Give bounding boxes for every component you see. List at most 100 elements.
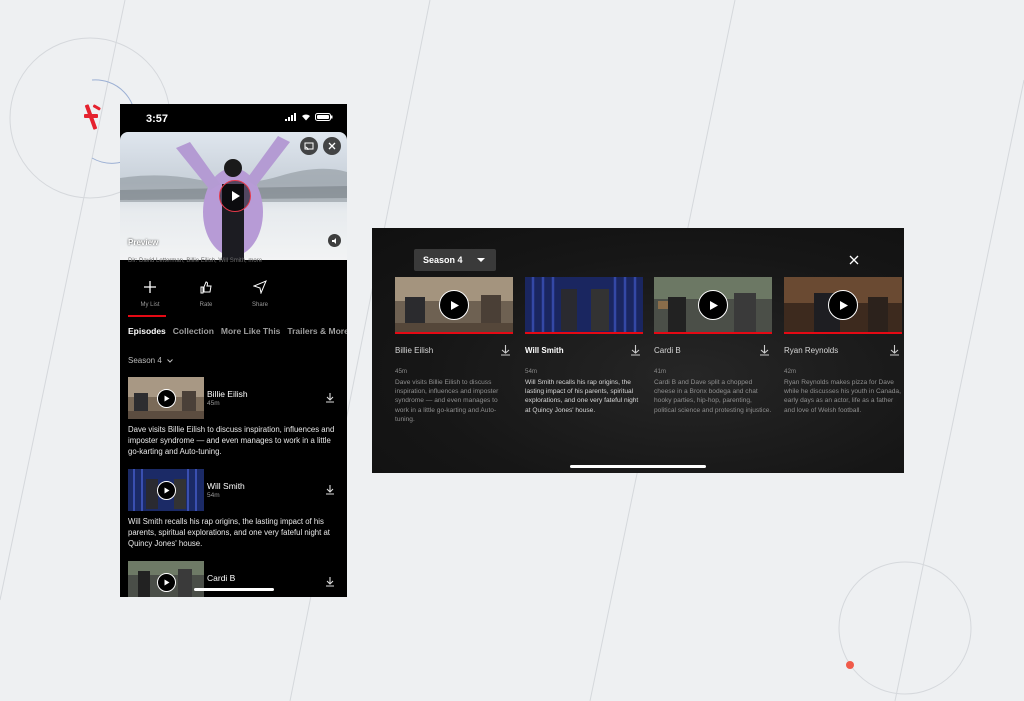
download-button[interactable] [889,343,900,361]
progress-bar [395,332,513,334]
download-button[interactable] [500,343,511,361]
download-icon [760,345,769,356]
season-dropdown-label: Season 4 [423,255,463,265]
episode-description: Will Smith recalls his rap origins, the … [128,517,330,548]
tab-indicator [128,315,166,317]
download-icon [501,345,510,356]
episode-play-button[interactable] [698,290,728,320]
share-icon [252,280,267,295]
episode-thumbnail[interactable] [654,277,772,334]
rate-label: Rate [199,302,213,308]
episodes-panel: Season 4 Billie Eilish 45m Dave visits B… [372,228,904,473]
episode-duration: 54m [525,368,538,375]
tab-more-like-this[interactable]: More Like This [221,326,281,336]
episode-thumbnail[interactable] [525,277,643,334]
episode-play-button[interactable] [828,290,858,320]
play-icon [164,487,170,494]
tab-episodes[interactable]: Episodes [128,326,166,336]
episode-duration: 54m [207,492,220,499]
tab-trailers[interactable]: Trailers & More [287,326,347,336]
episode-duration: 45m [395,368,408,375]
signal-icon [285,113,296,121]
share-label: Share [251,302,268,308]
battery-icon [315,113,333,121]
download-button[interactable] [325,482,335,500]
status-bar: 3:57 [120,104,347,134]
episode-description: Cardi B and Dave split a chopped cheese … [654,379,772,414]
wifi-icon [302,114,310,121]
download-icon [326,485,334,495]
episode-title: Cardi B [654,346,681,355]
progress-bar [784,332,902,334]
play-icon [232,191,240,201]
episode-duration: 45m [207,400,220,407]
episode-duration: 41m [654,368,667,375]
download-icon [631,345,640,356]
episode-play-button[interactable] [157,481,176,500]
play-icon [709,300,718,310]
close-icon [328,142,336,150]
my-list-button[interactable]: My List [128,280,172,308]
status-icons [285,113,333,121]
download-icon [326,577,334,587]
thumbs-up-icon [200,281,212,294]
episode-title: Ryan Reynolds [784,346,839,355]
preview-play-button[interactable] [219,180,251,212]
play-icon [450,300,459,310]
episode-thumbnail[interactable] [128,561,204,597]
season-dropdown[interactable]: Season 4 [414,249,496,271]
caret-down-icon [477,258,485,262]
season-selector[interactable]: Season 4 [128,356,173,365]
download-button[interactable] [759,343,770,361]
video-preview[interactable]: Preview [120,132,347,260]
episode-play-button[interactable] [157,389,176,408]
progress-bar [654,332,772,334]
cast-button[interactable] [300,137,318,155]
download-button[interactable] [630,343,641,361]
play-icon [839,300,848,310]
close-preview-button[interactable] [323,137,341,155]
tab-bar: Episodes Collection More Like This Trailers… [128,326,347,336]
episode-description: Dave visits Billie Eilish to discuss ins… [128,425,335,456]
action-row: My List Rate Share [120,280,347,320]
mute-button[interactable] [328,234,341,247]
volume-mute-icon [331,237,336,244]
cast-icon [304,142,314,150]
close-icon[interactable] [848,254,860,266]
progress-bar [525,332,643,334]
rate-button[interactable]: Rate [184,280,228,308]
tab-collection[interactable]: Collection [173,326,214,336]
share-button[interactable]: Share [238,280,282,308]
episode-description: Will Smith recalls his rap origins, the … [525,379,639,414]
plus-icon [144,281,156,293]
episode-thumbnail[interactable] [395,277,513,334]
episode-title: Will Smith [525,346,564,355]
episode-title: Billie Eilish [395,346,434,355]
season-label: Season 4 [128,356,162,365]
play-icon [164,579,170,586]
status-time: 3:57 [146,113,169,125]
episode-duration: 42m [784,368,797,375]
download-button[interactable] [325,390,335,408]
episode-thumbnail[interactable] [784,277,902,334]
episode-thumbnail[interactable] [128,377,204,419]
phone-screen: 3:57 Preview Dir: David Letterman, Billi… [120,104,347,597]
episode-title: Billie Eilish [207,389,248,399]
episode-play-button[interactable] [157,573,176,592]
home-indicator [570,465,706,468]
chevron-down-icon [167,359,173,363]
home-indicator [194,588,274,591]
play-icon [164,395,170,402]
download-icon [890,345,899,356]
download-icon [326,393,334,403]
download-button[interactable] [325,574,335,592]
my-list-label: My List [140,302,160,308]
credits-line: Dir: David Letterman, Billie Eilish, Wil… [128,258,263,264]
episode-title: Will Smith [207,481,245,491]
episode-title: Cardi B [207,573,236,583]
episode-thumbnail[interactable] [128,469,204,511]
episode-play-button[interactable] [439,290,469,320]
episode-description: Dave visits Billie Eilish to discuss ins… [395,379,499,423]
episode-description: Ryan Reynolds makes pizza for Dave while… [784,379,901,414]
preview-label: Preview [128,238,159,247]
